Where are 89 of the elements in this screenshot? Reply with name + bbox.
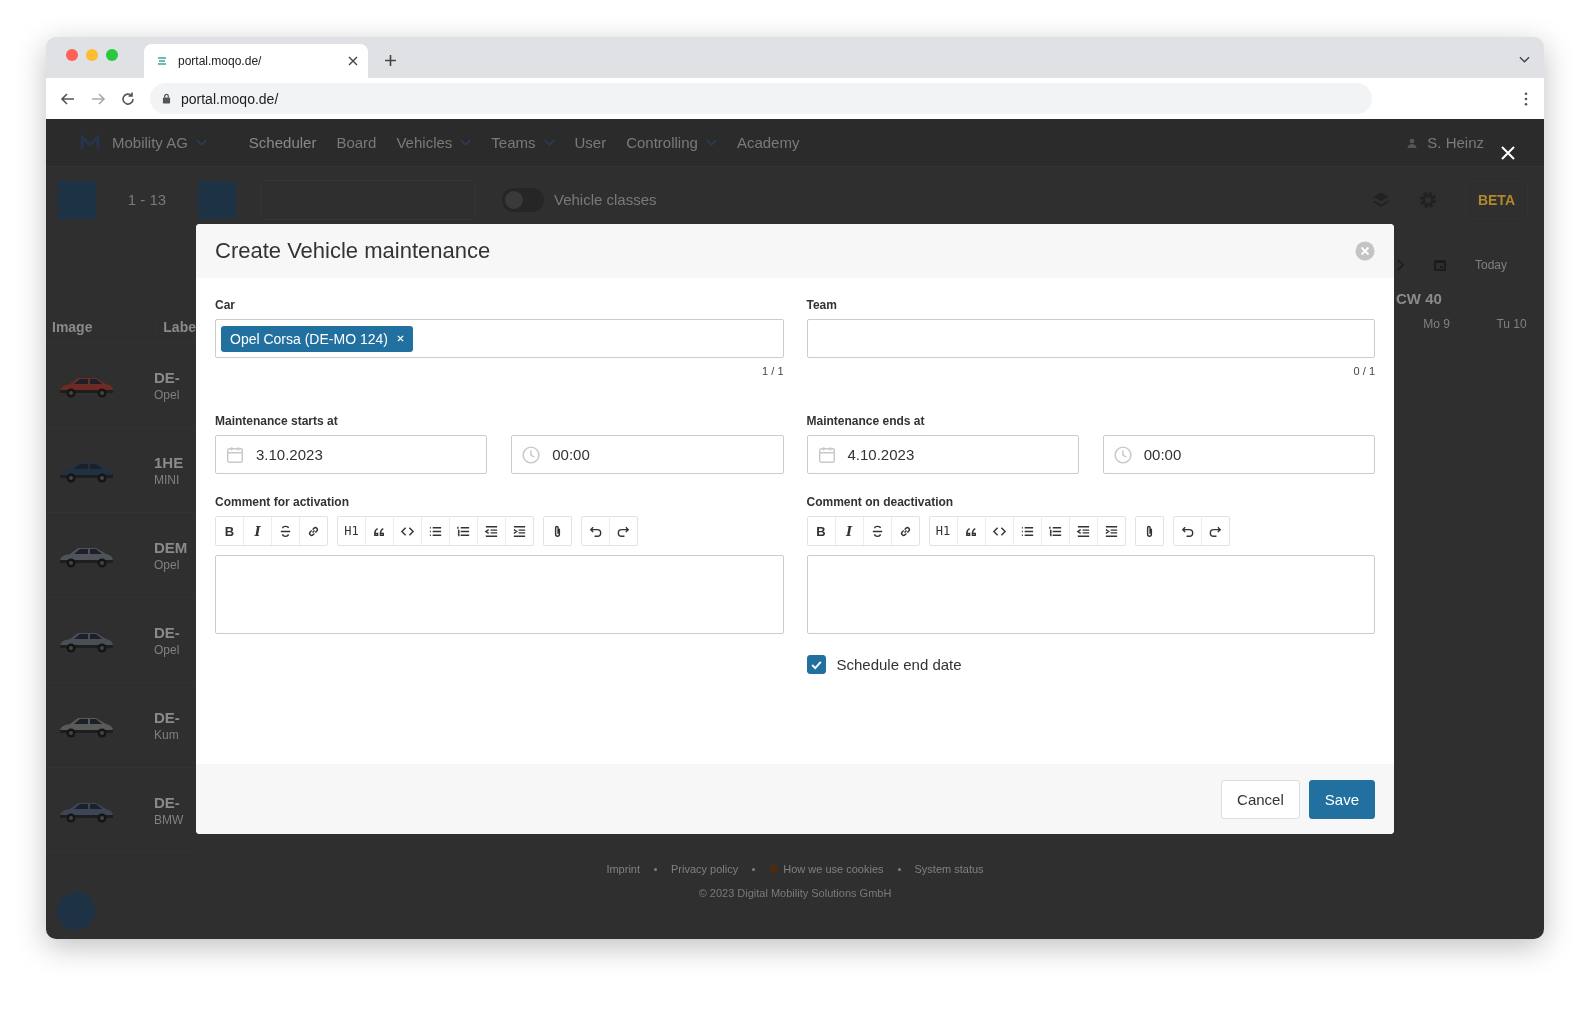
field-label: Comment on deactivation xyxy=(806,495,955,509)
schedule-end-checkbox[interactable]: Schedule end date xyxy=(806,655,1375,674)
remove-icon[interactable] xyxy=(396,335,404,342)
vehicle-label: DEM xyxy=(154,538,188,556)
footer-link[interactable]: Imprint xyxy=(606,863,640,876)
column-header: Image xyxy=(46,319,158,336)
italic-button[interactable]: I xyxy=(835,517,864,545)
date-field[interactable]: 4.10.2023 xyxy=(806,435,1079,474)
indent-icon xyxy=(512,523,527,539)
field-label: Comment for activation xyxy=(215,495,350,509)
reload-icon[interactable] xyxy=(120,90,136,107)
vehicle-model: MINI xyxy=(154,472,181,487)
more-icon[interactable] xyxy=(1524,91,1528,106)
user-icon xyxy=(1407,137,1418,148)
day-header: Tu 10 xyxy=(1495,317,1528,332)
browser-tab[interactable]: portal.moqo.de/ xyxy=(144,44,368,78)
checkbox[interactable] xyxy=(806,655,826,674)
address-field[interactable]: portal.moqo.de/ xyxy=(150,83,1372,114)
time-field[interactable]: 00:00 xyxy=(511,435,784,474)
today-button[interactable]: Today xyxy=(1475,258,1508,273)
close-icon[interactable] xyxy=(1501,146,1515,160)
site-icon xyxy=(156,55,168,67)
indent-icon xyxy=(1103,523,1119,539)
vehicle-model: Opel xyxy=(154,557,181,572)
outdent-icon xyxy=(1075,523,1091,539)
comment-field[interactable] xyxy=(806,555,1375,634)
clock-icon xyxy=(1113,445,1132,464)
strike-icon xyxy=(278,523,293,539)
nav-item[interactable]: Controlling xyxy=(626,134,717,152)
italic-button[interactable]: I xyxy=(244,517,272,545)
vehicle-model: Opel xyxy=(154,642,180,657)
cancel-button[interactable]: Cancel xyxy=(1221,779,1300,819)
vehicle-label: DE- xyxy=(154,708,180,726)
bold-button[interactable]: B xyxy=(216,517,244,545)
vehicle-label: DE- xyxy=(154,793,181,811)
date-field[interactable]: 3.10.2023 xyxy=(215,435,488,474)
close-tab-icon[interactable] xyxy=(348,56,358,66)
company-menu[interactable]: Mobility AG xyxy=(112,134,207,152)
nav-item[interactable]: Vehicles xyxy=(396,134,472,152)
chevron-down-icon xyxy=(460,138,472,147)
footer-link[interactable]: How we use cookies xyxy=(783,863,884,876)
outdent-icon xyxy=(484,523,499,539)
vehicle-model: BMW xyxy=(154,812,184,827)
comment-field[interactable] xyxy=(215,555,784,634)
new-tab-icon[interactable] xyxy=(384,54,397,67)
heading-button[interactable]: H1 xyxy=(338,517,366,545)
save-button[interactable]: Save xyxy=(1308,779,1375,819)
field-label: Maintenance starts at xyxy=(215,414,339,428)
nav-item[interactable]: Scheduler xyxy=(248,134,317,152)
selected-tag[interactable]: Opel Corsa (DE-MO 124) xyxy=(221,325,413,352)
chevron-down-icon xyxy=(705,138,717,147)
nav-item[interactable]: Board xyxy=(336,134,377,152)
selection-count: 0 / 1 xyxy=(1353,365,1375,377)
time-field[interactable]: 00:00 xyxy=(1102,435,1375,474)
footer-link[interactable]: System status xyxy=(914,863,984,876)
footer-link[interactable]: Privacy policy xyxy=(671,863,739,876)
lock-icon xyxy=(162,93,171,104)
copyright-text: © 2023 Digital Mobility Solutions GmbH xyxy=(698,887,892,900)
bold-button[interactable]: B xyxy=(807,517,836,545)
vehicle-model: Opel xyxy=(154,387,180,402)
calendar-icon xyxy=(817,445,836,464)
week-label: CW 40 xyxy=(1396,290,1443,308)
nav-item[interactable]: User xyxy=(574,134,607,152)
vehicle-label: 1HE xyxy=(154,453,184,471)
range-label: 1 - 13 xyxy=(126,191,168,209)
chevron-down-icon[interactable] xyxy=(1519,56,1530,64)
heading-button[interactable]: H1 xyxy=(929,517,958,545)
calendar-icon xyxy=(226,445,244,464)
field-label: Car xyxy=(215,298,236,312)
vehicle-model: Kum xyxy=(154,727,180,742)
chevron-down-icon xyxy=(195,138,207,147)
cookie-icon xyxy=(769,864,780,875)
clock-icon xyxy=(522,445,541,464)
car-select[interactable]: Opel Corsa (DE-MO 124) xyxy=(215,319,784,358)
field-label: Maintenance ends at xyxy=(806,414,926,428)
chevron-down-icon xyxy=(543,138,555,147)
field-label: Team xyxy=(806,298,838,312)
day-header: Mo 9 xyxy=(1422,317,1451,332)
nav-item[interactable]: Teams xyxy=(491,134,555,152)
dialog-title: Create Vehicle maintenance xyxy=(215,238,491,264)
vehicle-label: DE- xyxy=(154,623,180,641)
selection-count: 1 / 1 xyxy=(762,365,784,377)
user-menu[interactable]: S. Heinz xyxy=(1407,134,1484,152)
back-icon[interactable] xyxy=(60,90,76,107)
column-header: Labe xyxy=(162,319,196,336)
nav-item[interactable]: Academy xyxy=(736,134,800,152)
toggle-label: Vehicle classes xyxy=(554,191,657,209)
beta-button[interactable]: BETA xyxy=(1464,180,1528,219)
vehicle-label: DE- xyxy=(154,368,180,386)
